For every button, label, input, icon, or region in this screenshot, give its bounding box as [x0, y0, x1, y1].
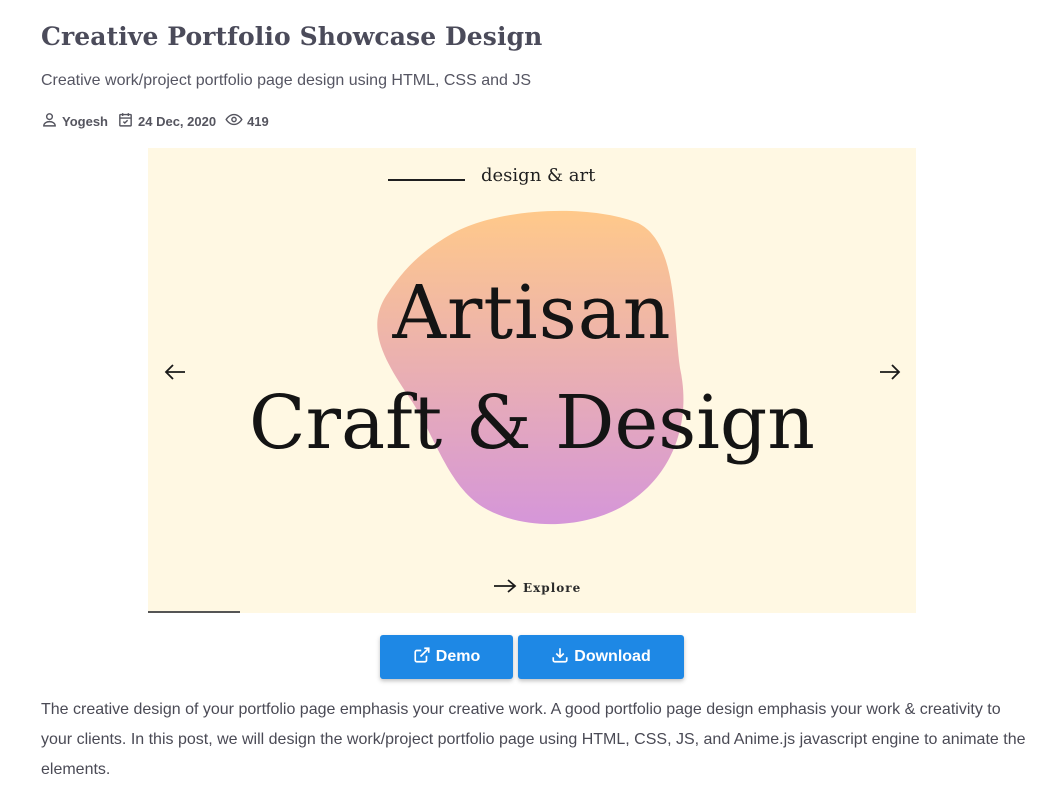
- external-link-icon: [413, 646, 436, 669]
- kicker-divider: [388, 179, 465, 181]
- download-button[interactable]: Download: [518, 635, 684, 679]
- action-buttons: Demo Download: [380, 635, 684, 679]
- author-name: Yogesh: [62, 113, 108, 129]
- demo-button[interactable]: Demo: [380, 635, 513, 679]
- article-meta: Yogesh 24 Dec, 2020 419: [41, 111, 278, 131]
- publish-date: 24 Dec, 2020: [138, 113, 217, 129]
- author-meta[interactable]: Yogesh: [41, 111, 108, 131]
- view-count: 419: [247, 113, 269, 129]
- hero-headline-line1: Artisan: [392, 270, 672, 356]
- next-slide-button[interactable]: [875, 360, 905, 384]
- portfolio-slider: design & art Artisan Craft & Design Expl…: [148, 148, 916, 613]
- hero-kicker: design & art: [481, 165, 596, 186]
- views-meta: 419: [225, 111, 269, 131]
- arrow-right-long-icon: [493, 578, 523, 597]
- article-page: Creative Portfolio Showcase Design Creat…: [0, 0, 1038, 791]
- user-icon: [41, 111, 62, 131]
- date-meta: 24 Dec, 2020: [117, 111, 216, 131]
- arrow-left-icon: [160, 364, 190, 388]
- article-title: Creative Portfolio Showcase Design: [41, 22, 543, 51]
- hero-headline-line2: Craft & Design: [249, 380, 815, 466]
- eye-icon: [225, 111, 247, 131]
- calendar-check-icon: [117, 111, 138, 131]
- explore-link[interactable]: Explore: [493, 578, 581, 597]
- article-subtitle: Creative work/project portfolio page des…: [41, 72, 532, 89]
- demo-label: Demo: [435, 648, 481, 665]
- download-label: Download: [574, 648, 651, 665]
- article-body-paragraph: The creative design of your portfolio pa…: [41, 701, 1026, 778]
- prev-slide-button[interactable]: [160, 360, 190, 384]
- download-icon: [551, 646, 574, 669]
- arrow-right-icon: [875, 364, 905, 388]
- slide-progress-bar: [148, 611, 240, 613]
- explore-label: Explore: [523, 580, 582, 595]
